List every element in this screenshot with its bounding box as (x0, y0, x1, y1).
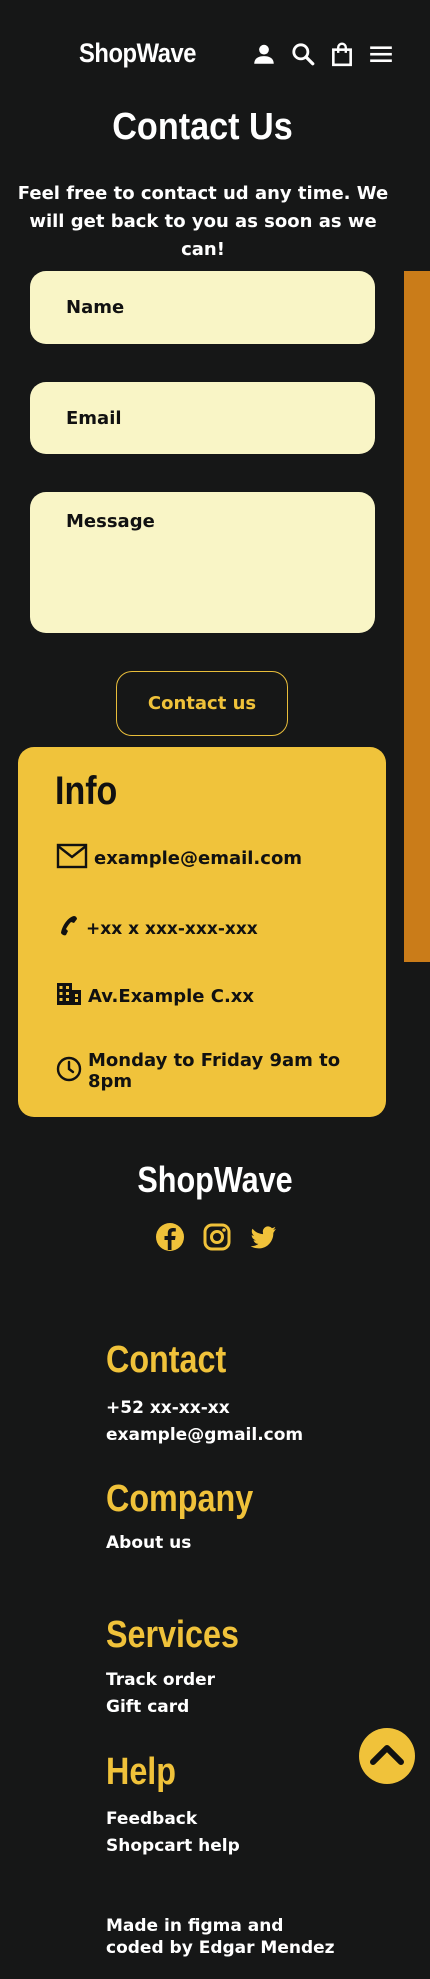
email-field[interactable]: Email (30, 382, 375, 454)
footer-contact-email[interactable]: example@gmail.com (106, 1422, 303, 1449)
search-icon[interactable] (289, 40, 317, 68)
info-email-row: example@email.com (56, 843, 302, 874)
footer-services-title: Services (106, 1614, 239, 1656)
message-field[interactable]: Message (30, 492, 375, 633)
footer-about-link[interactable]: About us (106, 1530, 191, 1557)
building-icon (56, 982, 88, 1011)
email-placeholder: Email (66, 407, 122, 429)
info-phone[interactable]: +xx x xxx-xxx-xxx (86, 919, 258, 939)
name-placeholder: Name (66, 297, 125, 318)
footer-gift-card-link[interactable]: Gift card (106, 1694, 189, 1721)
info-hours: Monday to Friday 9am to 8pm (88, 1050, 341, 1092)
scroll-to-top-button[interactable] (359, 1728, 415, 1784)
facebook-icon[interactable] (155, 1222, 185, 1252)
bag-icon[interactable] (328, 40, 356, 68)
page-title: Contact Us (112, 106, 293, 148)
intro-text: Feel free to contact ud any time. We wil… (17, 183, 389, 260)
info-email[interactable]: example@email.com (94, 848, 302, 869)
name-field[interactable]: Name (30, 271, 375, 344)
menu-icon[interactable] (367, 40, 395, 68)
info-phone-row: +xx x xxx-xxx-xxx (56, 914, 258, 943)
info-address-row: Av.Example C.xx (56, 982, 254, 1011)
footer-logo[interactable]: ShopWave (32, 1159, 398, 1201)
info-hours-row: Monday to Friday 9am to 8pm (56, 1050, 386, 1092)
chevron-up-icon (369, 1742, 405, 1770)
envelope-icon (56, 843, 94, 874)
phone-icon (56, 914, 86, 943)
user-icon[interactable] (250, 40, 278, 68)
info-title: Info (55, 769, 118, 813)
message-placeholder: Message (66, 511, 155, 532)
instagram-icon[interactable] (202, 1222, 232, 1252)
footer-track-order-link[interactable]: Track order (106, 1667, 215, 1694)
info-card: Info example@email.com +xx x xxx-xxx-xxx… (18, 747, 386, 1117)
clock-icon (56, 1056, 88, 1087)
footer-contact-phone[interactable]: +52 xx-xx-xx (106, 1395, 230, 1422)
twitter-icon[interactable] (248, 1222, 278, 1252)
footer-credit: Made in figma and coded by Edgar Mendez (106, 1915, 335, 1959)
side-decoration (404, 271, 430, 962)
footer-shopcart-help-link[interactable]: Shopcart help (106, 1833, 240, 1860)
header-logo[interactable]: ShopWave (17, 38, 259, 69)
info-address: Av.Example C.xx (88, 986, 254, 1007)
credit-line-1: Made in figma and (106, 1916, 284, 1936)
contact-us-button[interactable]: Contact us (116, 671, 288, 736)
footer-company-title: Company (106, 1478, 254, 1520)
credit-line-2: coded by Edgar Mendez (106, 1938, 335, 1958)
footer-feedback-link[interactable]: Feedback (106, 1806, 197, 1833)
footer-contact-title: Contact (106, 1339, 227, 1381)
footer-help-title: Help (106, 1751, 177, 1793)
